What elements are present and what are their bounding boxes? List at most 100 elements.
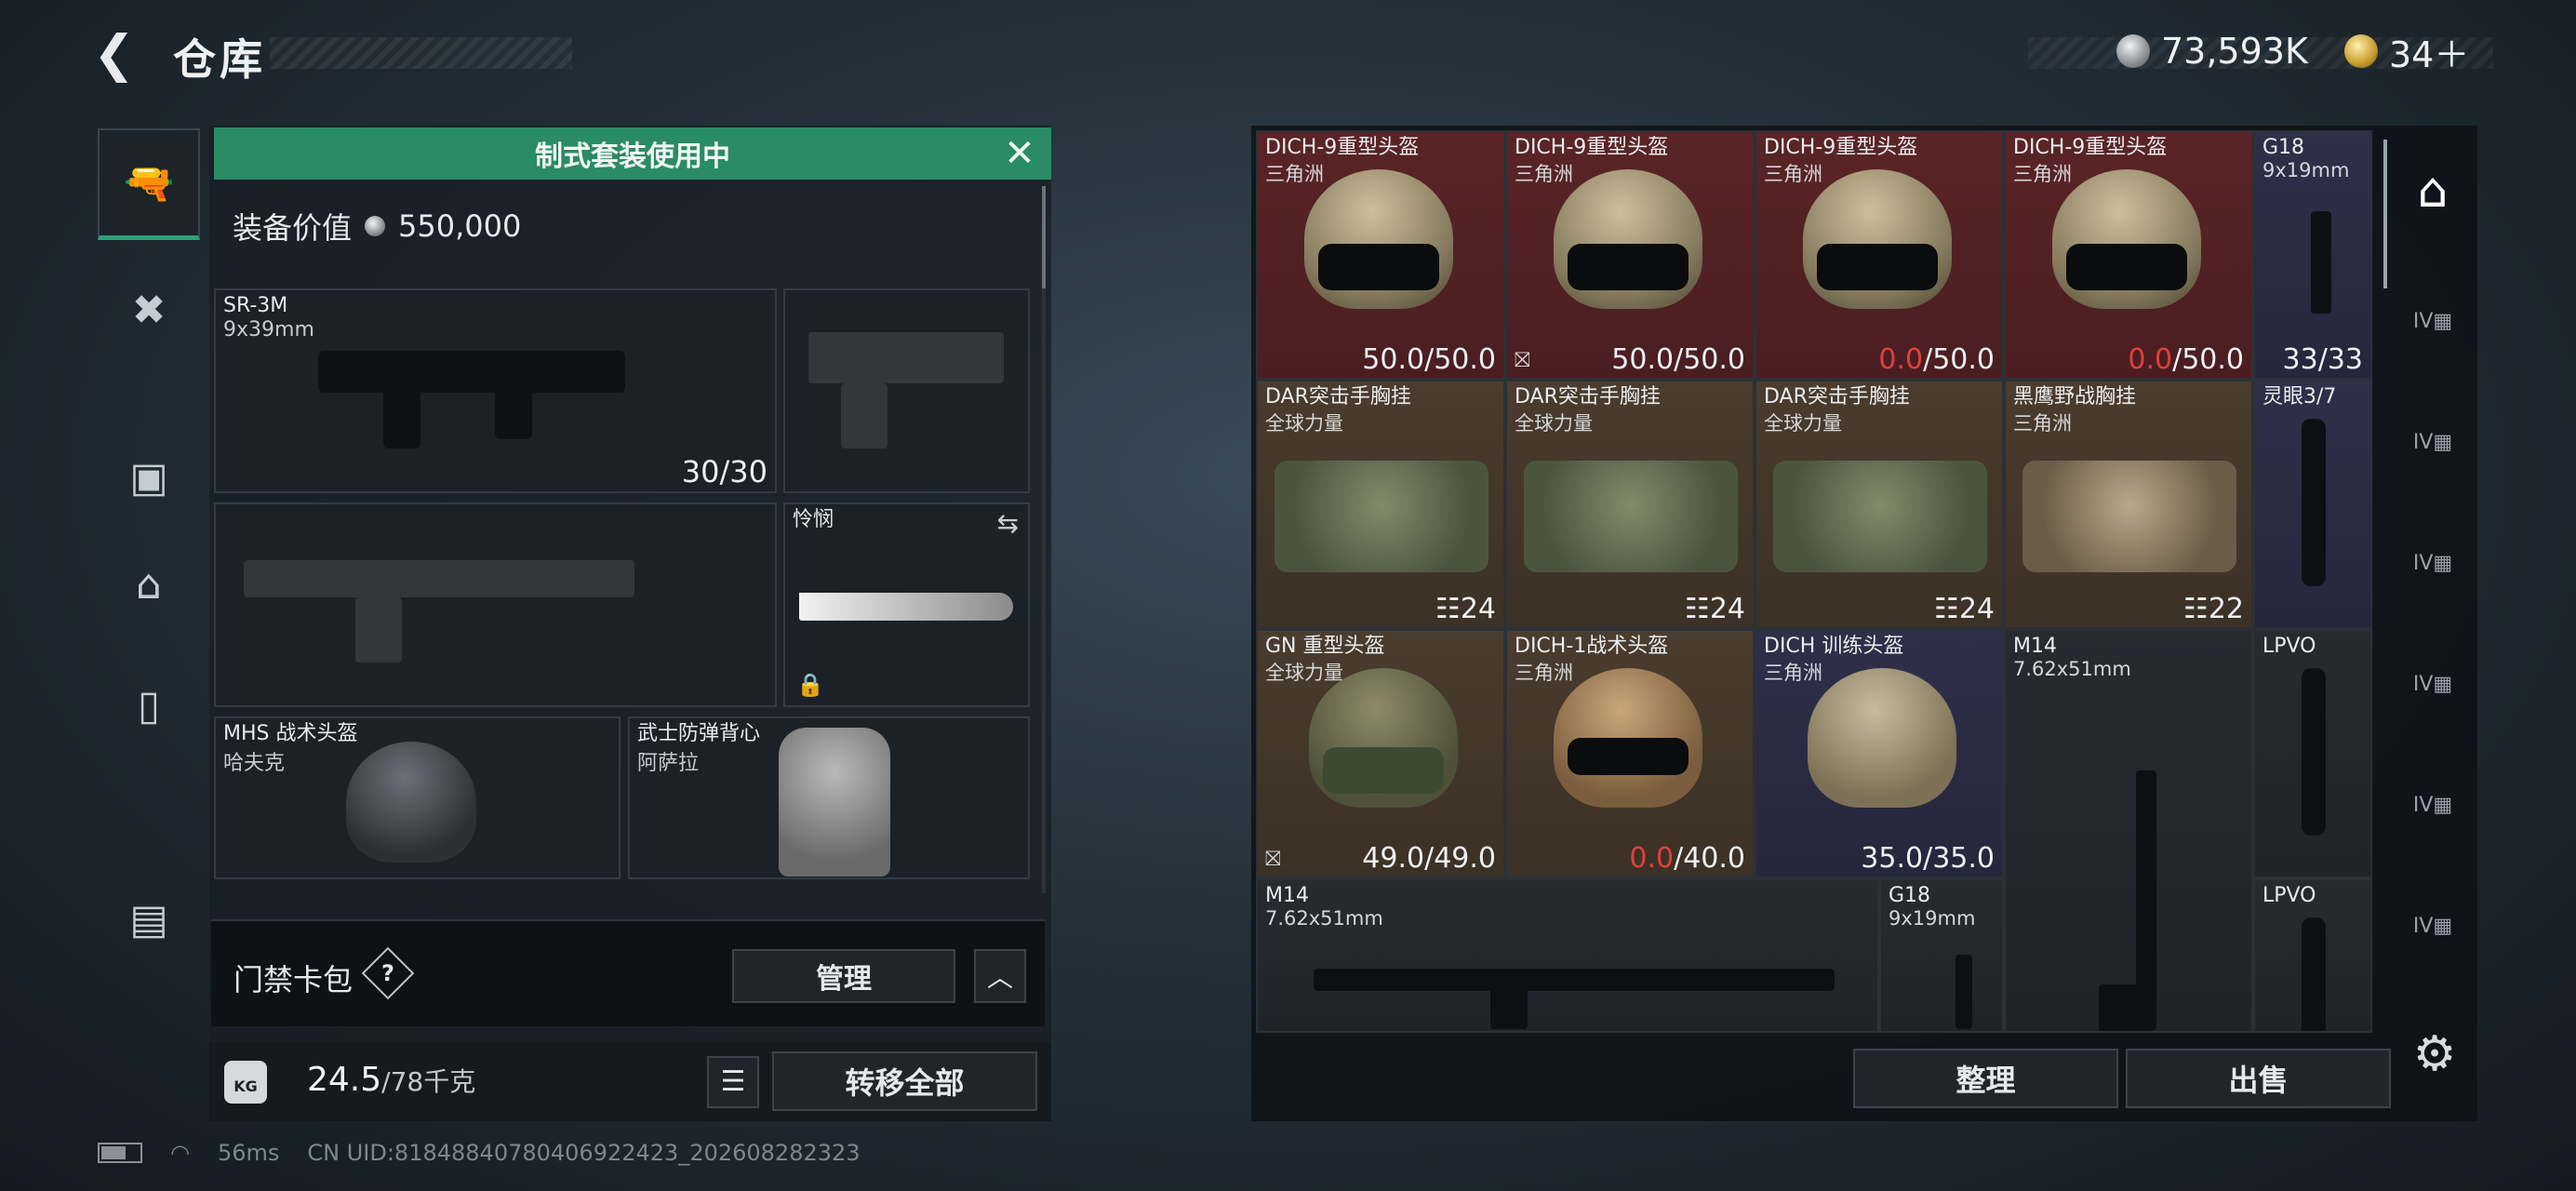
stash-tab-4[interactable]: IV ▦	[2391, 642, 2475, 726]
stash-item[interactable]: GN 重型头盔 全球力量 ⛝ 49.0/49.0	[1256, 629, 1505, 878]
silver-coin-icon	[365, 216, 386, 236]
stash-tab-3[interactable]: IV ▦	[2391, 521, 2475, 605]
stash-item[interactable]: DICH-9重型头盔 三角洲 0.0/50.0	[2004, 130, 2253, 380]
loadout-scrollbar[interactable]	[1042, 186, 1046, 893]
item-name: 黑鹰野战胸挂	[2013, 385, 2137, 408]
manage-button[interactable]: 管理	[732, 949, 955, 1003]
durability-max: /35.0	[1923, 842, 1995, 875]
item-name: DAR突击手胸挂	[1515, 385, 1661, 408]
item-maker: 7.62x51mm	[2013, 658, 2131, 680]
wifi-icon: ◠	[170, 1140, 190, 1166]
visor-image	[2066, 244, 2187, 290]
stash-item[interactable]: DAR突击手胸挂 全球力量 ☷24	[1755, 380, 2004, 629]
sort-button[interactable]: 整理	[1853, 1049, 2118, 1108]
stash-scroll-thumb[interactable]	[2383, 140, 2387, 288]
goggles-image	[1568, 738, 1688, 775]
weapon-caliber: 9x39mm	[223, 318, 314, 341]
durability-max: /50.0	[1424, 343, 1496, 376]
stash-item[interactable]: DAR突击手胸挂 全球力量 ☷24	[1505, 380, 1755, 629]
help-icon[interactable]: ?	[361, 946, 415, 1000]
item-name: DICH 训练头盔	[1764, 635, 1904, 658]
stash-item[interactable]: DICH-9重型头盔 三角洲 ⛝ 50.0/50.0	[1505, 130, 1755, 380]
helmet-image	[1808, 668, 1956, 808]
item-maker: 三角洲	[1265, 163, 1324, 185]
tier-label: IV	[2412, 672, 2434, 696]
helmet-image	[346, 742, 476, 863]
stash-item[interactable]: G18 9x19mm	[1879, 878, 2004, 1033]
tier-label: IV	[2412, 793, 2434, 817]
pistol-slot[interactable]	[783, 288, 1030, 493]
toolbox-icon[interactable]: ▤	[98, 863, 200, 975]
scope-image	[2302, 917, 2326, 1031]
chest-rig-image	[1524, 461, 1738, 572]
pistol-image	[1955, 955, 1972, 1029]
ammo-count: 33/33	[2282, 343, 2363, 376]
stash-tab-5[interactable]: IV ▦	[2391, 763, 2475, 847]
helmet-slot[interactable]: MHS 战术头盔 哈夫克	[214, 716, 621, 879]
stash-item[interactable]: LPVO	[2253, 629, 2372, 878]
rifle-magazine-image	[383, 383, 420, 448]
slot-count-value: 24	[1460, 593, 1496, 625]
category-rail: 🔫 ✖ ▣ ⌂ ▯ ▤	[98, 119, 200, 1068]
gold-coin-icon	[2344, 34, 2378, 68]
visor-image	[1568, 244, 1688, 290]
stash-item[interactable]: M14 7.62x51mm	[1256, 878, 1879, 1033]
armor-slot[interactable]: 武士防弹背心 阿萨拉	[628, 716, 1030, 879]
uid-text: CN UID:8184884078040692​2423_20260828232…	[307, 1140, 861, 1166]
melee-slot[interactable]: 怜悯 ⇆ 🔒	[783, 502, 1030, 707]
durability: 35.0/35.0	[1861, 842, 1995, 875]
secondary-weapon-slot[interactable]	[214, 502, 777, 707]
item-name: DICH-1战术头盔	[1515, 635, 1669, 658]
item-name: DICH-9重型头盔	[1515, 136, 1669, 159]
ammo-count: 30/30	[681, 454, 767, 489]
stash-item[interactable]: M14 7.62x51mm	[2004, 629, 2253, 1033]
swap-icon[interactable]: ⇆	[997, 508, 1019, 539]
collapse-button[interactable]: ︿	[974, 949, 1026, 1003]
stash-item[interactable]: G18 9x19mm 33/33	[2253, 130, 2372, 380]
stash-item[interactable]: DICH-1战术头盔 三角洲 0.0/40.0	[1505, 629, 1755, 878]
silver-amount: 73,593K	[2161, 31, 2308, 72]
close-icon[interactable]: ✕	[1001, 135, 1038, 172]
durability-current: 0.0	[1878, 343, 1924, 376]
visor-image	[1323, 747, 1444, 794]
stash-tab-2[interactable]: IV ▦	[2391, 400, 2475, 484]
weight-icon: KG	[224, 1061, 267, 1104]
backpack-icon[interactable]: ▣	[98, 422, 200, 533]
pistol-image	[2311, 211, 2331, 314]
transfer-all-button[interactable]: 转移全部	[772, 1051, 1037, 1111]
durability-max: /50.0	[1923, 343, 1995, 376]
item-name: 灵眼3/7	[2262, 385, 2337, 408]
durability-max: /49.0	[1424, 842, 1496, 875]
scope-image	[2302, 419, 2326, 586]
lock-icon: 🔒	[796, 672, 824, 698]
gear-icon[interactable]: ⚙	[2407, 1026, 2463, 1082]
stash-tabs: ⌂ IV ▦ IV ▦ IV ▦ IV ▦ IV ▦ IV ▦	[2391, 130, 2475, 1024]
gold-currency[interactable]: 34＋	[2344, 30, 2469, 75]
keycard-label: 门禁卡包	[234, 962, 354, 997]
stash-item[interactable]: LPVO	[2253, 878, 2372, 1033]
stash-item[interactable]: DICH-9重型头盔 三角洲 50.0/50.0	[1256, 130, 1505, 380]
chest-rig-image	[1275, 461, 1488, 572]
loadout-scroll-thumb[interactable]	[1042, 186, 1046, 288]
pistol-icon[interactable]: 🔫	[98, 128, 200, 240]
stash-item[interactable]: 灵眼3/7	[2253, 380, 2372, 629]
item-name: DICH-9重型头盔	[1764, 136, 1918, 159]
primary-weapon-slot[interactable]: SR-3M 9x39mm 30/30	[214, 288, 777, 493]
durability-current: 35.0	[1861, 842, 1924, 875]
stash-item[interactable]: DICH-9重型头盔 三角洲 0.0/50.0	[1755, 130, 2004, 380]
vest-icon[interactable]: ✖	[98, 254, 200, 366]
stash-item[interactable]: 黑鹰野战胸挂 三角洲 ☷22	[2004, 380, 2253, 629]
stash-tab-6[interactable]: IV ▦	[2391, 884, 2475, 968]
list-icon[interactable]: ☰	[707, 1056, 759, 1108]
stash-item[interactable]: DICH 训练头盔 三角洲 35.0/35.0	[1755, 629, 2004, 878]
bag-icon[interactable]: ⌂	[98, 529, 200, 640]
durability: 49.0/49.0	[1362, 842, 1496, 875]
stash-item[interactable]: DAR突击手胸挂 全球力量 ☷24	[1256, 380, 1505, 629]
stash-home-icon[interactable]: ⌂	[2391, 149, 2475, 233]
stash-tab-1[interactable]: IV ▦	[2391, 279, 2475, 363]
sell-button[interactable]: 出售	[2126, 1049, 2391, 1108]
back-arrow-icon[interactable]: ❮	[93, 28, 149, 80]
case-icon[interactable]: ▯	[98, 649, 200, 761]
durability-current: 0.0	[1629, 842, 1675, 875]
helmet-name: MHS 战术头盔	[223, 722, 358, 745]
